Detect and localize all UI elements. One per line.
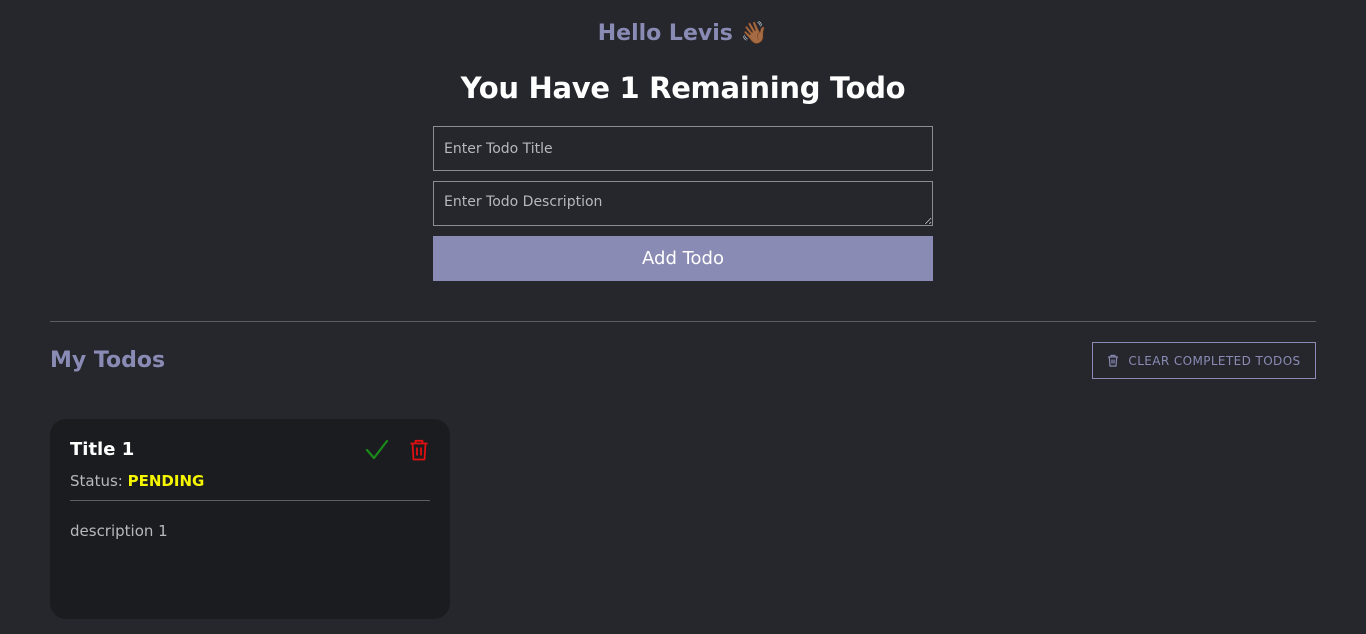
greeting-text: Hello Levis [597, 21, 733, 46]
add-todo-button[interactable]: Add Todo [433, 236, 933, 281]
my-todos-title: My Todos [50, 348, 166, 373]
trash-icon[interactable] [408, 439, 430, 461]
todo-title-input[interactable] [433, 126, 933, 171]
todo-description-input[interactable] [433, 181, 933, 226]
section-divider [50, 321, 1316, 322]
trash-icon [1108, 354, 1119, 367]
todo-card: Title 1 Status: PENDING description 1 [50, 419, 450, 619]
todo-title: Title 1 [70, 439, 135, 460]
clear-completed-label: CLEAR COMPLETED TODOS [1128, 353, 1301, 368]
remaining-todos-heading: You Have 1 Remaining Todo [460, 71, 906, 105]
todo-description: description 1 [70, 522, 168, 540]
status-badge: PENDING [127, 472, 205, 490]
status-label: Status: [70, 472, 123, 490]
wave-icon: 👋🏾 [740, 21, 769, 46]
card-divider [70, 500, 430, 501]
check-icon[interactable] [365, 438, 389, 462]
todo-status: Status: PENDING [70, 471, 204, 491]
clear-completed-button[interactable]: CLEAR COMPLETED TODOS [1092, 342, 1316, 379]
greeting-heading: Hello Levis 👋🏾 [0, 18, 1366, 50]
